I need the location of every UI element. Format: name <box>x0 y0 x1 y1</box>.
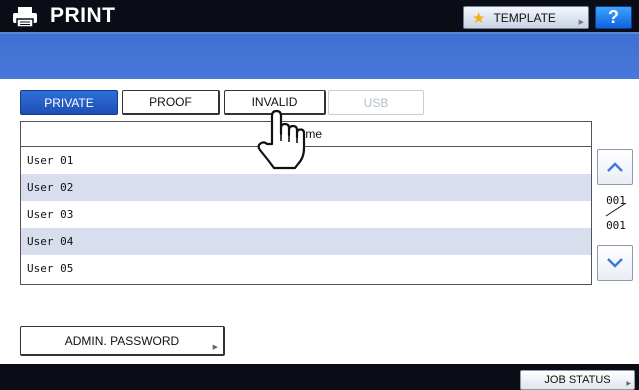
table-row[interactable]: User 04 <box>21 228 591 255</box>
template-label: TEMPLATE <box>493 10 556 25</box>
scroll-up-button[interactable] <box>597 149 633 185</box>
page-title: PRINT <box>50 4 116 27</box>
corner-arrow-icon: ▶ <box>626 381 631 387</box>
job-status-button[interactable]: JOB STATUS ▶ <box>520 370 635 390</box>
template-button[interactable]: ★ TEMPLATE ▶ <box>463 6 589 29</box>
corner-arrow-icon: ▶ <box>212 344 218 351</box>
admin-password-button[interactable]: ADMIN. PASSWORD ▶ <box>20 326 225 356</box>
hand-pointer-icon <box>257 109 306 170</box>
table-row[interactable]: User 03 <box>21 201 591 228</box>
header-band <box>0 34 639 79</box>
printer-icon <box>13 7 37 28</box>
help-button[interactable]: ? <box>595 6 632 29</box>
scroll-down-button[interactable] <box>597 245 633 281</box>
star-icon: ★ <box>472 9 486 27</box>
chevron-up-icon <box>607 162 623 172</box>
corner-arrow-icon: ▶ <box>578 19 584 26</box>
tab-private[interactable]: PRIVATE <box>20 90 118 115</box>
admin-password-label: ADMIN. PASSWORD <box>64 333 180 348</box>
tab-proof[interactable]: PROOF <box>122 90 220 115</box>
chevron-down-icon <box>607 258 623 268</box>
tab-usb: USB <box>328 90 424 115</box>
table-row[interactable]: User 02 <box>21 174 591 201</box>
total-pages: 001 <box>606 219 626 232</box>
table-row[interactable]: User 05 <box>21 255 591 282</box>
job-status-label: JOB STATUS <box>544 374 611 386</box>
page-divider <box>605 202 627 217</box>
